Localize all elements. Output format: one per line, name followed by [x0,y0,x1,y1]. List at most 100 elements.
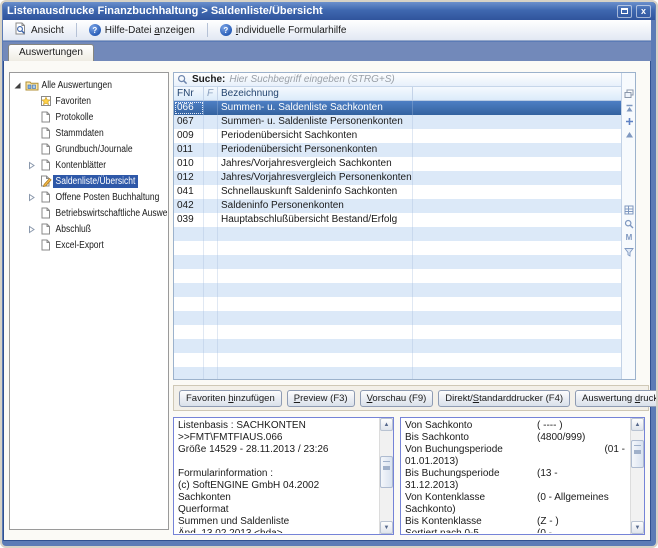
filter-icon[interactable] [622,245,636,258]
scroll-top-icon[interactable] [622,102,636,115]
page-icon [38,223,53,235]
cell-filler [413,255,622,269]
column-header-fnr[interactable]: FNr [174,87,204,100]
tree-item-kontenblatter[interactable]: Kontenblätter [10,157,168,173]
table-row-empty [174,269,622,283]
table-row[interactable]: 042Saldeninfo Personenkonten [174,199,622,213]
memo-icon[interactable]: M [622,231,636,244]
info-right-scrollbar: ▲ ▼ [630,418,644,534]
tree-item-label: Stammdaten [53,127,106,140]
cell-fnr: 042 [174,199,204,213]
column-header-f[interactable]: F [204,87,218,100]
table-row[interactable]: 041Schnellauskunft Saldeninfo Sachkonten [174,185,622,199]
cell-fnr: 066 [174,101,204,115]
tree-panel: Alle AuswertungenFavoritenProtokolle Stam… [9,72,169,530]
tab-auswertungen[interactable]: Auswertungen [8,44,94,61]
grid-header: FNr F Bezeichnung [174,87,622,101]
ansicht-button[interactable]: Ansicht [7,20,71,40]
tree-item-label: Saldenliste/Übersicht [53,175,138,188]
close-button[interactable]: x [636,5,651,18]
scrollbar-thumb[interactable] [631,440,644,468]
scrollbar-thumb[interactable] [380,456,393,488]
tree-item-stammdaten[interactable]: Stammdaten [10,125,168,141]
add-icon[interactable] [622,115,636,128]
table-row[interactable]: 011Periodenübersicht Personenkonten [174,143,622,157]
button-bar: Favoriten hinzufügen Preview (F3) Vorschau… [173,385,649,411]
scrollbar-down-icon[interactable]: ▼ [380,521,393,534]
scrollbar-up-icon[interactable]: ▲ [631,418,644,431]
restore-button[interactable] [617,5,632,18]
search-tool-icon[interactable] [622,217,636,230]
grid-side-toolbar: M [621,73,635,379]
cell-filler [413,213,622,227]
individuelle-formularhilfe-button[interactable]: ?individuelle Formularhilfe [213,22,354,38]
cell-f [204,101,218,115]
cell-f [204,171,218,185]
cell-filler [413,115,622,129]
table-row[interactable]: 010Jahres/Vorjahresvergleich Sachkonten [174,157,622,171]
column-header-filler [413,87,622,100]
hilfe-datei-anzeigen-button[interactable]: ?Hilfe-Datei anzeigen [82,22,202,38]
scrollbar-up-icon[interactable]: ▲ [380,418,393,431]
direkt-standarddrucker-f4-button[interactable]: Direkt/Standarddrucker (F4) [438,390,570,407]
info-left-scrollbar: ▲ ▼ [379,418,393,534]
expander-icon[interactable] [10,81,24,90]
info-row: Von Buchungsperiode(01 - [405,444,627,456]
tree-item-protokolle[interactable]: Protokolle [10,109,168,125]
info-value [537,504,627,516]
app-window: Listenausdrucke Finanzbuchhaltung > Sald… [0,0,658,548]
column-header-bezeichnung[interactable]: Bezeichnung [218,87,413,100]
scroll-up-icon[interactable] [622,128,636,141]
cell-fnr: 041 [174,185,204,199]
tree-item-saldenliste-ubersicht[interactable]: Saldenliste/Übersicht [10,173,168,189]
tree-item-favoriten[interactable]: Favoriten [10,93,168,109]
info-value: (Z - ) [537,516,627,528]
cell-fnr [174,311,204,325]
info-value: ( ---- ) [537,420,627,432]
grid-settings-icon[interactable] [622,203,636,216]
toolbar: Ansicht ?Hilfe-Datei anzeigen ?individuell… [3,20,651,41]
close-icon: x [641,7,646,16]
table-row[interactable]: 009Periodenübersicht Sachkonten [174,129,622,143]
collapsed-icon[interactable] [24,193,38,202]
favoriten-hinzufugen-button[interactable]: Favoriten hinzufügen [179,390,282,407]
tree-item-offene-posten-buchhaltung[interactable]: Offene Posten Buchhaltung [10,189,168,205]
grid-body: 066Summen- u. Saldenliste Sachkonten067S… [174,101,622,379]
cell-f [204,283,218,297]
table-row[interactable]: 012Jahres/Vorjahresvergleich Personenkon… [174,171,622,185]
info-right-text: Von Sachkonto( ---- )Bis Sachkonto(4800/… [402,419,629,533]
preview-f3-button[interactable]: Preview (F3) [287,390,355,407]
info-row: Von Kontenklasse(0 - Allgemeines [405,492,627,504]
scrollbar-down-icon[interactable]: ▼ [631,521,644,534]
tree-item-excel-export[interactable]: Excel-Export [10,237,168,253]
info-label: Von Buchungsperiode [405,444,537,456]
title-bar: Listenausdrucke Finanzbuchhaltung > Sald… [3,2,655,20]
info-line: >>FMT\FMTFIAUS.066 [178,432,376,444]
cell-fnr: 010 [174,157,204,171]
collapsed-icon[interactable] [24,161,38,170]
table-row[interactable]: 066Summen- u. Saldenliste Sachkonten [174,101,622,115]
cell-filler [413,185,622,199]
auswertung-drucken-button[interactable]: Auswertung drucken [575,390,658,407]
tree-item-abschluss[interactable]: Abschluß [10,221,168,237]
table-row[interactable]: 067Summen- u. Saldenliste Personenkonten [174,115,622,129]
collapsed-icon[interactable] [24,225,38,234]
cell-filler [413,157,622,171]
page-icon [38,239,53,251]
info-row: Bis Buchungsperiode(13 - [405,468,627,480]
table-row[interactable]: 039Hauptabschlußübersicht Bestand/Erfolg [174,213,622,227]
cell-fnr: 039 [174,213,204,227]
tree-item-betriebswirtschaftliche-auswertungen[interactable]: Betriebswirtschaftliche Auswertungen [10,205,168,221]
column-chooser-icon[interactable] [622,87,636,100]
cell-fnr [174,283,204,297]
cell-fnr [174,367,204,379]
tree-item-grundbuch-journale[interactable]: Grundbuch/Journale [10,141,168,157]
tree-item-alle-auswertungen[interactable]: Alle Auswertungen [10,77,168,93]
search-input[interactable] [229,74,632,86]
table-row-empty [174,325,622,339]
info-panel-left: Listenbasis : SACHKONTEN>>FMT\FMTFIAUS.0… [173,417,394,535]
cell-bezeichnung: Periodenübersicht Sachkonten [218,129,413,143]
cell-f [204,241,218,255]
vorschau-f9-button[interactable]: Vorschau (F9) [360,390,434,407]
info-value [537,480,627,492]
